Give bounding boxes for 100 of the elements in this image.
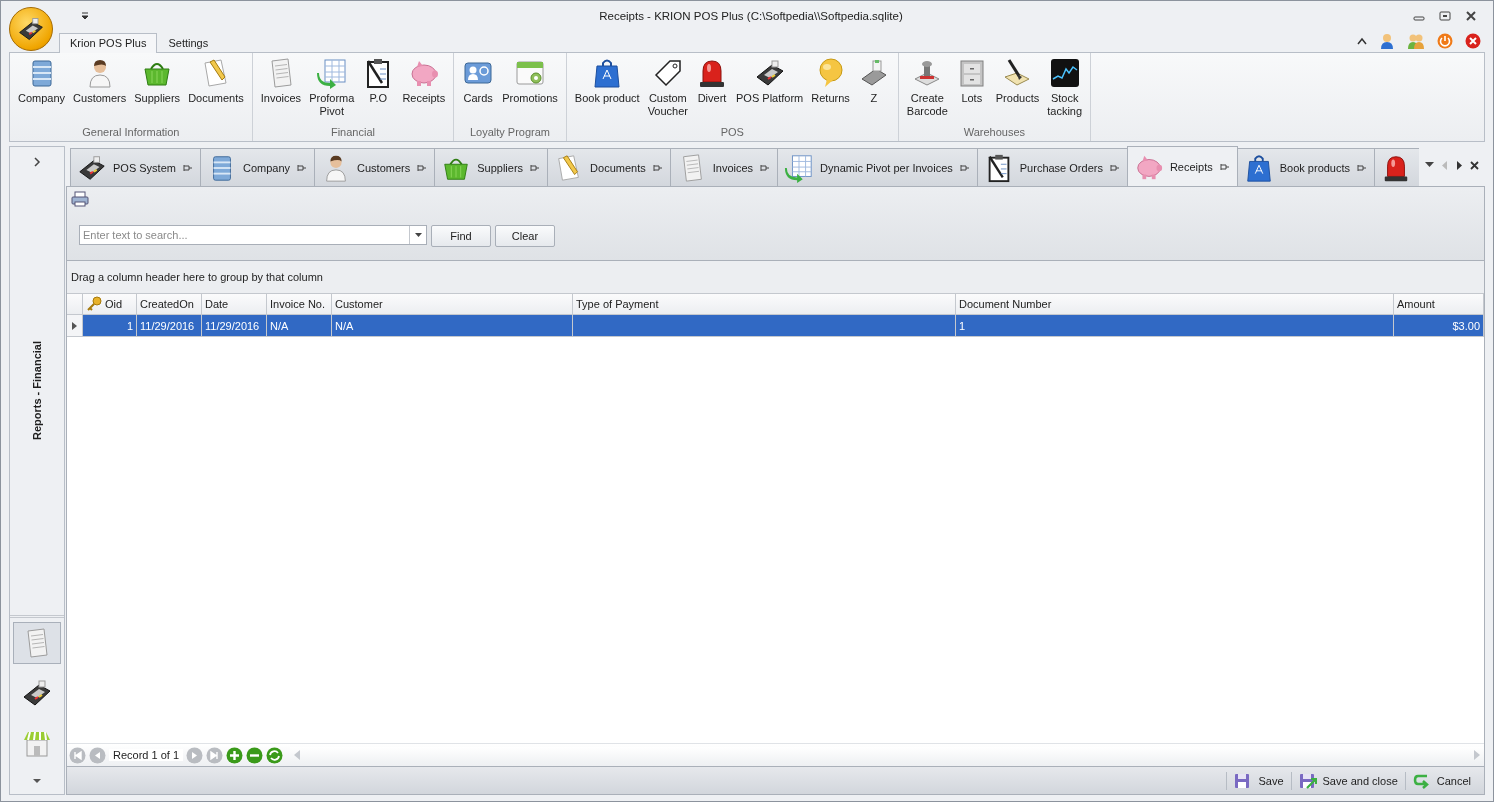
document-tab[interactable]: POS System [70, 148, 201, 186]
pin-icon [1356, 163, 1367, 172]
undo-arrow-icon [1412, 772, 1431, 789]
search-button[interactable]: Find [431, 225, 491, 247]
pin-icon [529, 163, 540, 172]
row-indicator-icon [72, 321, 77, 330]
group-label: Financial [329, 126, 376, 140]
document-tab[interactable]: Company [199, 148, 316, 186]
column-header[interactable]: Date [202, 294, 267, 314]
ribbon-button[interactable]: Returns [807, 53, 854, 126]
close-icon[interactable] [1465, 9, 1477, 22]
scroll-right-icon[interactable] [1456, 160, 1462, 170]
document-tab[interactable]: Purchase Orders [976, 148, 1128, 186]
document-tab[interactable]: Dynamic Pivot per Invoices [777, 148, 978, 186]
pin-icon [1108, 163, 1119, 172]
close-icon[interactable] [1470, 160, 1479, 170]
key-icon [86, 296, 102, 312]
ribbon-button[interactable]: Stock tacking [1043, 53, 1087, 126]
table-cell: N/A [332, 315, 573, 336]
power-icon[interactable] [1437, 33, 1453, 49]
ribbon-tab[interactable]: Settings [157, 33, 220, 53]
chart-icon [1048, 57, 1081, 89]
document-tab[interactable]: Documents [547, 148, 671, 186]
ribbon-button[interactable]: Z [853, 53, 894, 126]
ribbon-button[interactable]: Divert [692, 53, 732, 126]
printer-icon[interactable] [71, 191, 89, 207]
ribbon-tab[interactable]: Krion POS Plus [59, 33, 158, 53]
document-tab[interactable]: Book products [1236, 148, 1376, 186]
column-header[interactable]: Oid [83, 294, 137, 314]
group-panel-hint: Drag a column header here to group by that column [71, 271, 323, 283]
document-tab[interactable]: Customers [314, 148, 436, 186]
tab-label: Company [242, 161, 291, 174]
ribbon-button[interactable]: Custom Voucher [643, 53, 692, 126]
tab-label: Purchase Orders [1019, 161, 1103, 174]
ribbon-button[interactable]: Suppliers [130, 53, 185, 126]
ribbon-button[interactable]: POS Platform [732, 53, 808, 126]
exit-icon[interactable] [1465, 33, 1481, 49]
ribbon-button[interactable]: Receipts [398, 53, 450, 126]
column-header[interactable]: Type of Payment [573, 294, 956, 314]
dropdown-arrow-icon[interactable] [414, 233, 422, 237]
group-label: POS [719, 126, 745, 140]
caret-down-icon[interactable] [1425, 162, 1434, 168]
table-cell: 11/29/2016 [202, 315, 267, 336]
spreadsheet-icon [784, 152, 815, 183]
window-title: Receipts - KRION POS Plus (C:\Softpedia\\Softpedia.sqlite) [598, 9, 904, 22]
sidebar-title: Reports - Financial [31, 341, 43, 441]
refresh-icon[interactable] [266, 746, 284, 764]
document-tab[interactable] [1374, 148, 1419, 186]
tab-label: Receipts [1169, 160, 1213, 173]
maximize-icon[interactable] [1439, 9, 1451, 22]
document-tab[interactable]: Suppliers [434, 148, 549, 186]
group-label: Loyalty Program [468, 126, 552, 140]
table-row[interactable]: 1 11/29/2016 11/29/2016 N/A N/A 1 $3.00 [67, 315, 1484, 337]
ribbon-button[interactable]: Create Barcode [902, 53, 952, 126]
chevron-up-icon[interactable] [1357, 37, 1367, 45]
document-tab[interactable]: Invoices [669, 148, 779, 186]
dropdown-icon[interactable] [81, 11, 89, 20]
ribbon-button[interactable]: Company [14, 53, 70, 126]
pin-icon [416, 163, 427, 172]
table-cell: 11/29/2016 [137, 315, 202, 336]
ribbon-button[interactable]: Documents [184, 53, 248, 126]
group-label: General Information [81, 126, 181, 140]
ribbon-button[interactable]: Invoices [256, 53, 306, 126]
action-button[interactable]: Cancel [1404, 771, 1478, 790]
tab-label: Dynamic Pivot per Invoices [820, 161, 953, 174]
ribbon-button[interactable]: Promotions [498, 53, 562, 126]
column-header[interactable]: CreatedOn [137, 294, 202, 314]
group-label: Warehouses [962, 126, 1027, 140]
ribbon-button[interactable]: Proforma Pivot [305, 53, 359, 126]
ribbon-button[interactable]: P.O [358, 53, 399, 126]
ribbon-button[interactable]: Products [991, 53, 1044, 126]
search-button[interactable]: Clear [495, 225, 555, 247]
action-button[interactable]: Save and close [1290, 771, 1405, 790]
spreadsheet-icon [315, 57, 348, 89]
column-header[interactable]: Invoice No. [267, 294, 332, 314]
pin-icon [651, 163, 662, 172]
tab-label: Documents [590, 161, 646, 174]
action-button[interactable]: Save [1226, 771, 1291, 790]
column-header[interactable]: Document Number [956, 294, 1394, 314]
app-menu-button[interactable] [9, 7, 53, 51]
add-icon[interactable] [226, 746, 244, 764]
ribbon-button[interactable]: Book product [570, 53, 644, 126]
ribbon-button[interactable]: Lots [951, 53, 992, 126]
column-header[interactable]: Amount [1394, 294, 1484, 314]
table-cell: 1 [956, 315, 1394, 336]
pin-icon [181, 163, 192, 172]
chevron-right-icon[interactable] [33, 157, 41, 167]
ribbon-button[interactable]: Customers [69, 53, 131, 126]
ribbon-button[interactable]: Cards [458, 53, 499, 126]
caret-down-icon[interactable] [33, 778, 41, 784]
column-header[interactable]: Customer [332, 294, 573, 314]
pin-icon [296, 163, 307, 172]
tab-label: Invoices [712, 161, 754, 174]
remove-icon[interactable] [246, 746, 264, 764]
tab-label: POS System [113, 161, 176, 174]
users-icon[interactable] [1407, 33, 1425, 49]
table-cell: 1 [83, 315, 137, 336]
card-terminal-icon [17, 15, 45, 43]
user-icon[interactable] [1379, 33, 1395, 49]
table-cell: N/A [267, 315, 332, 336]
